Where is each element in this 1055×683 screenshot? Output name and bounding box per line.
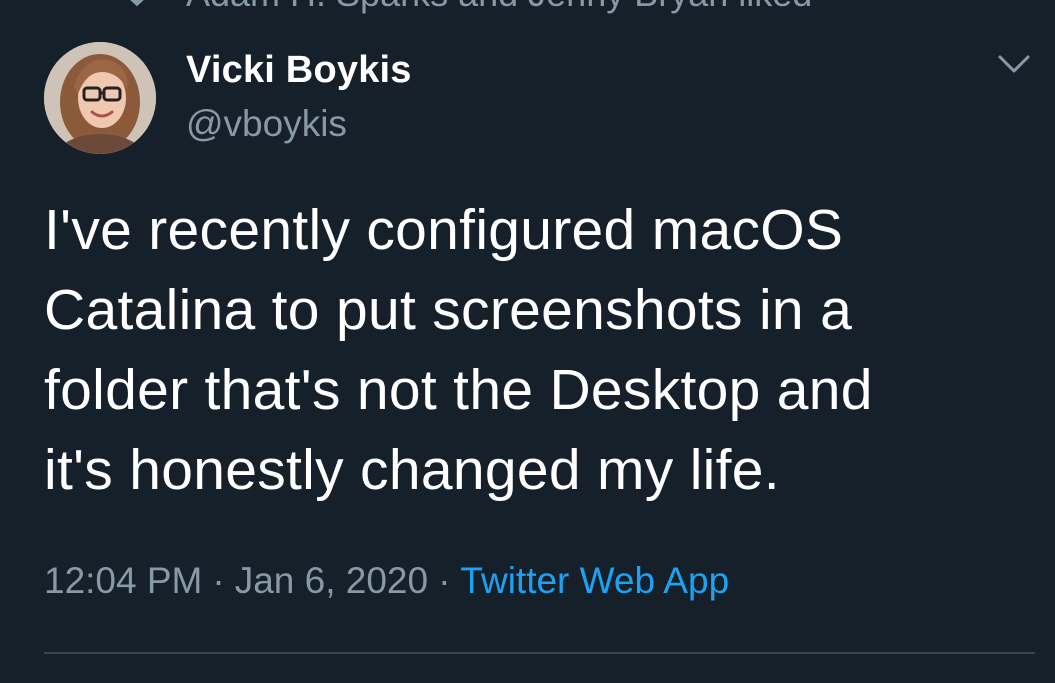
divider bbox=[44, 652, 1035, 654]
meta-separator: · bbox=[212, 560, 225, 601]
author-display-name[interactable]: Vicki Boykis bbox=[186, 48, 412, 92]
social-context-text: Adam H. Sparks and Jenny Bryan liked bbox=[186, 0, 812, 12]
heart-icon bbox=[130, 0, 144, 7]
tweet-meta: 12:04 PM · Jan 6, 2020 · Twitter Web App bbox=[44, 558, 729, 604]
tweet-text-line: folder that's not the Desktop and bbox=[44, 358, 873, 422]
tweet-text-line: I've recently configured macOS bbox=[44, 198, 844, 262]
author-handle[interactable]: @vboykis bbox=[186, 102, 347, 146]
tweet-source-link[interactable]: Twitter Web App bbox=[460, 560, 729, 601]
tweet-text-line: it's honestly changed my life. bbox=[44, 438, 780, 502]
avatar[interactable] bbox=[44, 42, 156, 154]
meta-separator: · bbox=[438, 560, 451, 601]
tweet-time[interactable]: 12:04 PM bbox=[44, 560, 202, 601]
tweet-text: I've recently configured macOS Catalina … bbox=[44, 190, 1024, 510]
avatar-photo bbox=[44, 42, 156, 154]
chevron-down-icon[interactable] bbox=[996, 52, 1032, 76]
tweet-text-line: Catalina to put screenshots in a bbox=[44, 278, 853, 342]
tweet-date[interactable]: Jan 6, 2020 bbox=[235, 560, 428, 601]
